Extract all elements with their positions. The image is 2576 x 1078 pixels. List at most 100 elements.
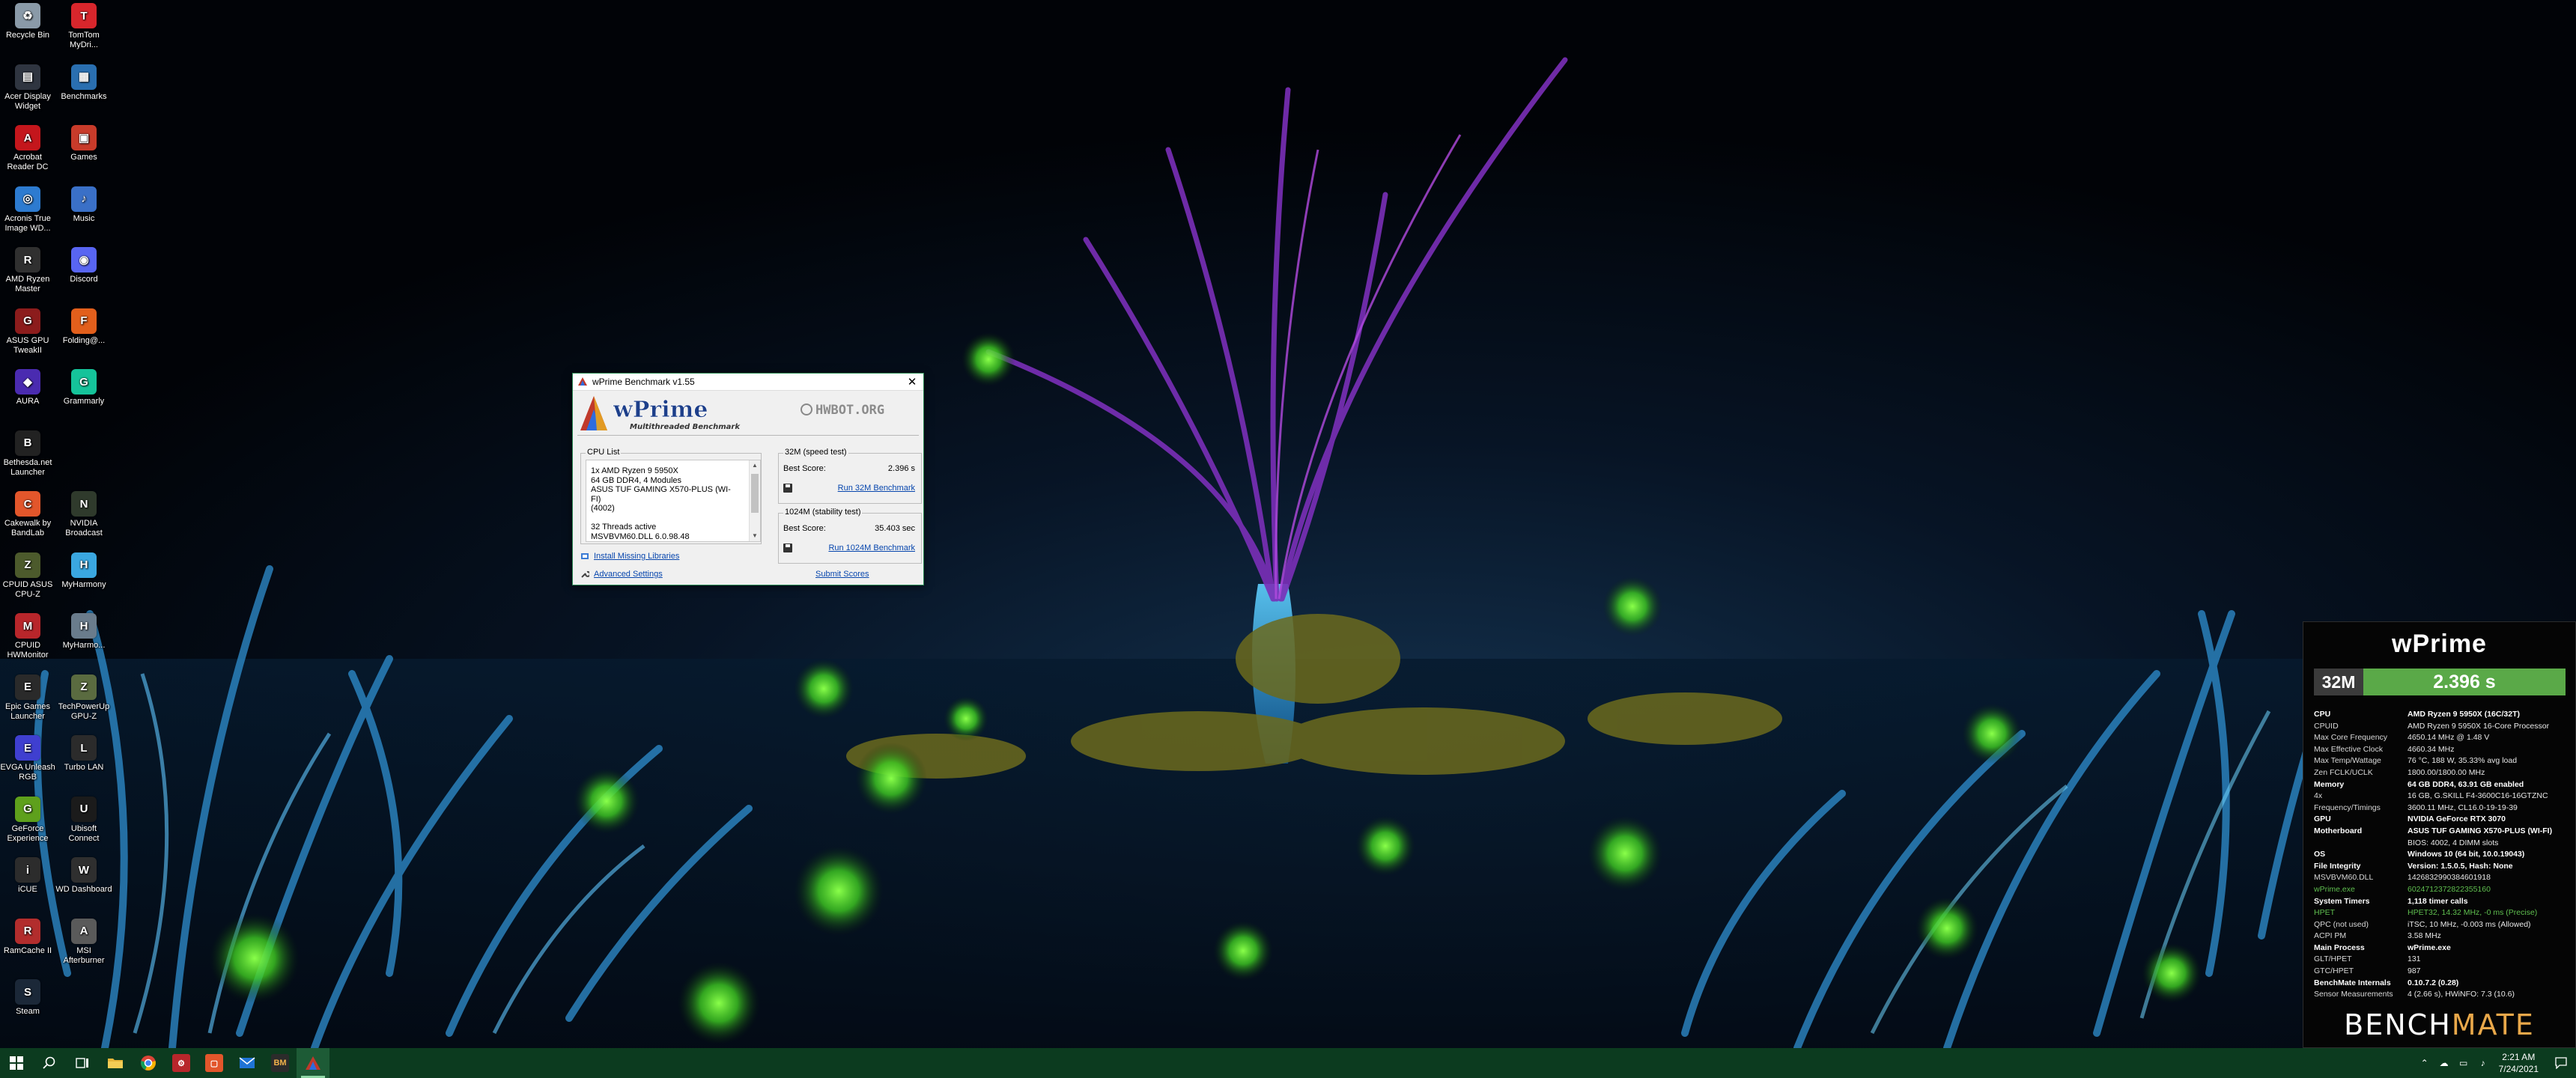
benchmate-info-row: Motherboard ASUS TUF GAMING X570-PLUS (WI… xyxy=(2314,826,2569,838)
benchmate-info-value: 1,118 timer calls xyxy=(2408,896,2468,906)
benchmate-info-key: Max Effective Clock xyxy=(2314,744,2384,754)
desktop-shortcut[interactable]: S Steam xyxy=(0,979,56,1017)
desktop-shortcut[interactable]: A Acrobat Reader DC xyxy=(0,125,56,172)
start-button[interactable] xyxy=(0,1048,33,1078)
desktop-shortcut[interactable]: ◆ AURA xyxy=(0,369,56,406)
benchmate-logo-bench: BENCH xyxy=(2344,1008,2452,1041)
gpuz-icon: Z xyxy=(71,674,97,700)
wprime-taskbar-button[interactable] xyxy=(297,1048,329,1078)
desktop-shortcut[interactable]: ◉ Discord xyxy=(55,247,112,284)
desktop-shortcut[interactable]: H MyHarmo... xyxy=(55,613,112,651)
desktop-shortcut-label: iCUE xyxy=(18,885,37,894)
hwmonitor-icon: ⚙ xyxy=(172,1054,190,1072)
desktop-shortcut[interactable]: R AMD Ryzen Master xyxy=(0,247,56,294)
desktop-shortcut[interactable]: ♻ Recycle Bin xyxy=(0,3,56,40)
chrome-button[interactable] xyxy=(132,1048,165,1078)
scroll-up-arrow-icon[interactable]: ▲ xyxy=(750,460,760,471)
volume-icon[interactable]: ♪ xyxy=(2473,1058,2493,1068)
desktop-shortcut[interactable]: H MyHarmony xyxy=(55,552,112,590)
benchmate-info-value: AMD Ryzen 9 5950X (16C/32T) xyxy=(2408,710,2520,719)
cpu-list-box[interactable]: 1x AMD Ryzen 9 5950X 64 GB DDR4, 4 Module… xyxy=(586,460,761,542)
show-hidden-icons-chevron-icon[interactable]: ⌃ xyxy=(2415,1058,2434,1068)
ubisoft-icon: U xyxy=(71,796,97,822)
benchmate-info-value: 987 xyxy=(2408,966,2421,976)
network-icon[interactable]: ▭ xyxy=(2454,1058,2473,1068)
benchmate-info-key: OS xyxy=(2314,850,2326,859)
search-icon xyxy=(43,1056,55,1069)
desktop-shortcut[interactable]: Z CPUID ASUS CPU-Z xyxy=(0,552,56,600)
benchmate-info-row: Max Temp/Wattage 76 °C, 188 W, 35.33% avg… xyxy=(2314,755,2569,767)
desktop-shortcut[interactable]: G ASUS GPU TweakII xyxy=(0,308,56,356)
desktop-shortcut[interactable]: ▦ Benchmarks xyxy=(55,64,112,102)
mail-taskbar-button[interactable] xyxy=(231,1048,264,1078)
taskbar-clock[interactable]: 2:21 AM 7/24/2021 xyxy=(2499,1051,2539,1075)
desktop-shortcut[interactable]: ▤ Acer Display Widget xyxy=(0,64,56,112)
stability-test-score-row: Best Score: 35.403 sec xyxy=(783,524,915,533)
scroll-down-arrow-icon[interactable]: ▼ xyxy=(750,531,760,541)
desktop-shortcut-label: Folding@... xyxy=(62,335,106,345)
desktop-shortcut[interactable]: U Ubisoft Connect xyxy=(55,796,112,844)
desktop-shortcut[interactable]: M CPUID HWMonitor xyxy=(0,613,56,660)
desktop-shortcut[interactable]: B Bethesda.net Launcher xyxy=(0,430,56,478)
desktop-shortcut[interactable]: G GeForce Experience xyxy=(0,796,56,844)
desktop-shortcut-label: TomTom MyDri... xyxy=(68,31,100,49)
benchmate-title: wPrime xyxy=(2392,630,2487,658)
desktop-shortcut[interactable]: ♪ Music xyxy=(55,186,112,224)
benchmate-taskbar-button[interactable]: BM xyxy=(264,1048,297,1078)
onedrive-cloud-icon[interactable]: ☁ xyxy=(2434,1058,2454,1068)
cpu-list-line: 64 GB DDR4, 4 Modules xyxy=(591,475,682,485)
wprime-window[interactable]: wPrime Benchmark v1.55 ✕ wPrime Multithr… xyxy=(572,373,924,585)
save-disk-icon[interactable] xyxy=(783,543,792,552)
desktop-shortcut[interactable]: ◎ Acronis True Image WD... xyxy=(0,186,56,234)
benchmate-info-key: System Timers xyxy=(2314,896,2370,906)
search-button[interactable] xyxy=(33,1048,66,1078)
run-1024m-benchmark-link[interactable]: Run 1024M Benchmark xyxy=(828,543,915,552)
scrollbar-thumb[interactable] xyxy=(751,474,759,513)
benchmate-logo-mate: MATE xyxy=(2451,1008,2535,1041)
benchmate-info-key: HPET xyxy=(2314,908,2336,918)
notification-icon xyxy=(2555,1057,2567,1069)
desktop-shortcut[interactable]: A MSI Afterburner xyxy=(55,918,112,966)
desktop-shortcut[interactable]: G Grammarly xyxy=(55,369,112,406)
desktop-shortcut[interactable]: Z TechPowerUp GPU-Z xyxy=(55,674,112,722)
close-button[interactable]: ✕ xyxy=(901,375,923,389)
desktop-shortcut[interactable]: E Epic Games Launcher xyxy=(0,674,56,722)
system-tray: ⌃ ☁ ▭ ♪ 2:21 AM 7/24/2021 xyxy=(2415,1048,2576,1078)
desktop-shortcut[interactable]: T TomTom MyDri... xyxy=(55,3,112,50)
cpu-list-lines: 1x AMD Ryzen 9 5950X 64 GB DDR4, 4 Module… xyxy=(591,466,741,541)
desktop-shortcut-label: AURA xyxy=(16,397,40,406)
wprime-titlebar[interactable]: wPrime Benchmark v1.55 ✕ xyxy=(573,374,923,391)
desktop-shortcut[interactable]: W WD Dashboard xyxy=(55,857,112,895)
desktop-shortcut[interactable]: R RamCache II xyxy=(0,918,56,956)
run-32m-benchmark-link[interactable]: Run 32M Benchmark xyxy=(838,484,915,493)
desktop-shortcut[interactable]: L Turbo LAN xyxy=(55,735,112,773)
cpu-list-scrollbar[interactable]: ▲ ▼ xyxy=(749,460,760,541)
benchmate-info-row: GTC/HPET 987 xyxy=(2314,966,2569,978)
stability-test-legend: 1024M (stability test) xyxy=(783,508,863,517)
desktop-shortcut[interactable]: i iCUE xyxy=(0,857,56,895)
benchmate-overlay: wPrime 32M 2.396 s CPU AMD Ryzen 9 5950X … xyxy=(2303,621,2576,1048)
task-view-button[interactable] xyxy=(66,1048,99,1078)
install-missing-libraries-link[interactable]: Install Missing Libraries xyxy=(594,552,679,561)
desktop-shortcut[interactable]: F Folding@... xyxy=(55,308,112,346)
hwmonitor-taskbar-button[interactable]: ⚙ xyxy=(165,1048,198,1078)
hwbot-logo-text: HWBOT.ORG xyxy=(815,403,884,418)
cpu-list-group: CPU List 1x AMD Ryzen 9 5950X 64 GB DDR4,… xyxy=(580,448,762,544)
desktop-shortcut[interactable] xyxy=(55,430,112,458)
advanced-settings-link[interactable]: Advanced Settings xyxy=(594,570,663,579)
desktop-shortcut[interactable]: N NVIDIA Broadcast xyxy=(55,491,112,538)
desktop-shortcut[interactable]: E EVGA Unleash RGB xyxy=(0,735,56,782)
benchmate-info-row: Memory 64 GB DDR4, 63.91 GB enabled xyxy=(2314,779,2569,791)
desktop-shortcut[interactable]: C Cakewalk by BandLab xyxy=(0,491,56,538)
speed-test-score-value: 2.396 s xyxy=(887,464,915,473)
benchmate-info-row: System Timers 1,118 timer calls xyxy=(2314,896,2569,908)
office-taskbar-button[interactable]: ▢ xyxy=(198,1048,231,1078)
notification-center-button[interactable] xyxy=(2546,1057,2576,1069)
benchmate-info-value: 3600.11 MHz, CL16.0-19-19-39 xyxy=(2408,803,2518,812)
file-explorer-button[interactable] xyxy=(99,1048,132,1078)
benchmate-score-value: 2.396 s xyxy=(2363,669,2566,695)
save-disk-icon[interactable] xyxy=(783,484,792,493)
desktop-shortcut-label: Recycle Bin xyxy=(5,31,50,40)
desktop-shortcut[interactable]: ▣ Games xyxy=(55,125,112,162)
submit-scores-link[interactable]: Submit Scores xyxy=(815,570,869,579)
